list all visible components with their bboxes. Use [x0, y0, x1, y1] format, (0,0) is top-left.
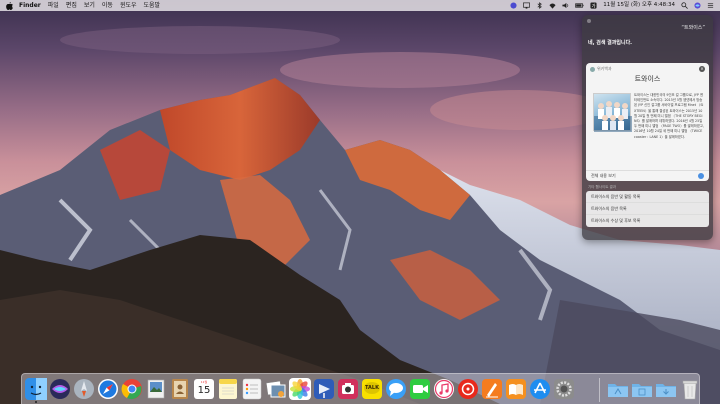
kakaotalk-label: TALK	[365, 385, 379, 391]
calendar-icon[interactable]: 11월 15	[193, 378, 215, 400]
dock-divider	[599, 378, 600, 402]
wikipedia-icon	[590, 67, 595, 72]
notification-center-icon[interactable]	[707, 2, 714, 9]
reminders-icon[interactable]	[241, 378, 263, 400]
card-close-icon[interactable]: ×	[699, 66, 705, 72]
menu-view[interactable]: 보기	[84, 0, 95, 11]
contacts-icon[interactable]	[169, 378, 191, 400]
status-area: 가 11월 15일 (화) 오후 4:48:34	[510, 0, 714, 11]
applications-folder-icon[interactable]	[607, 378, 629, 400]
siri-menubar-icon[interactable]	[694, 2, 701, 9]
siri-close-button[interactable]	[587, 19, 591, 23]
calendar-day: 15	[197, 385, 211, 396]
menu-help[interactable]: 도움말	[144, 0, 161, 11]
siri-status-icon[interactable]	[510, 2, 517, 9]
card-title: 트와이스	[634, 75, 661, 83]
volume-icon[interactable]	[562, 2, 569, 9]
list-item[interactable]: 트와이스의 음반 및 활동 목록	[586, 191, 709, 203]
photo-booth-icon[interactable]	[337, 378, 359, 400]
bluetooth-icon[interactable]	[536, 2, 543, 9]
card-thumbnail[interactable]	[593, 93, 632, 132]
wifi-icon[interactable]	[549, 2, 556, 9]
system-preferences-icon[interactable]	[553, 378, 575, 400]
ibooks-icon[interactable]	[505, 378, 527, 400]
safari-icon[interactable]	[97, 378, 119, 400]
chrome-icon[interactable]	[121, 378, 143, 400]
finder-icon[interactable]	[25, 378, 47, 400]
kakaotalk-icon[interactable]: TALK	[361, 378, 383, 400]
photo-browser-icon[interactable]	[265, 378, 287, 400]
menu-file[interactable]: 파일	[48, 0, 59, 11]
pages-icon[interactable]	[481, 378, 503, 400]
siri-icon[interactable]	[49, 378, 71, 400]
battery-icon[interactable]	[575, 2, 584, 9]
app-store-icon[interactable]	[529, 378, 551, 400]
documents-folder-icon[interactable]	[631, 378, 653, 400]
itunes-icon[interactable]	[433, 378, 455, 400]
photos-icon[interactable]	[289, 378, 311, 400]
wikipedia-card[interactable]: 위키백과 × 트와이스 트와이스는 대한민국의 9인조 걸 그룹으로, JYP …	[586, 63, 709, 181]
result-links: 트와이스의 음반 및 활동 목록 트와이스의 음반 목록 트와이스의 수상 및 …	[586, 191, 709, 227]
menu-edit[interactable]: 편집	[66, 0, 77, 11]
facetime-icon[interactable]	[409, 378, 431, 400]
notes-icon[interactable]	[217, 378, 239, 400]
calendar-month: 11월	[200, 380, 208, 384]
card-source: 위키백과	[597, 66, 612, 71]
spotlight-icon[interactable]	[681, 2, 688, 9]
menu-go[interactable]: 이동	[102, 0, 113, 11]
card-description: 트와이스는 대한민국의 9인조 걸 그룹으로, JYP 엔터테인먼트 소속이다.…	[634, 93, 704, 139]
dock: 11월 15 TALK	[21, 373, 700, 404]
siri-answer: 네, 검색 결과입니다.	[588, 40, 633, 46]
menu-bar: Finder 파일 편집 보기 이동 윈도우 도움말 가 11월 15일 (화)…	[0, 0, 720, 11]
launchpad-icon[interactable]	[73, 378, 95, 400]
menubar-clock[interactable]: 11월 15일 (화) 오후 4:48:34	[603, 0, 675, 11]
menu-finder[interactable]: Finder	[19, 0, 41, 11]
apple-icon[interactable]	[6, 1, 13, 10]
list-item[interactable]: 트와이스의 수상 및 후보 목록	[586, 215, 709, 227]
input-source-icon[interactable]: 가	[590, 2, 597, 9]
show-full-content-row[interactable]: 전체 내용 보기	[586, 170, 709, 181]
siri-query: “트와이스”	[681, 25, 705, 31]
other-results-label: 기타 웹사이트 결과	[588, 185, 616, 189]
trash-icon[interactable]	[679, 378, 701, 400]
safari-link-icon[interactable]	[698, 173, 704, 179]
music-player-icon[interactable]	[457, 378, 479, 400]
show-full-content-label: 전체 내용 보기	[591, 173, 616, 178]
downloads-folder-icon[interactable]	[655, 378, 677, 400]
list-item[interactable]: 트와이스의 음반 목록	[586, 203, 709, 215]
display-icon[interactable]	[523, 2, 531, 9]
keynote-icon[interactable]	[313, 378, 335, 400]
messages-icon[interactable]	[385, 378, 407, 400]
menu-window[interactable]: 윈도우	[120, 0, 137, 11]
preview-icon[interactable]	[145, 378, 167, 400]
siri-panel: “트와이스” 네, 검색 결과입니다. 위키백과 × 트와이스 트와이스는 대한…	[582, 15, 713, 240]
finder-running-indicator	[35, 401, 37, 403]
